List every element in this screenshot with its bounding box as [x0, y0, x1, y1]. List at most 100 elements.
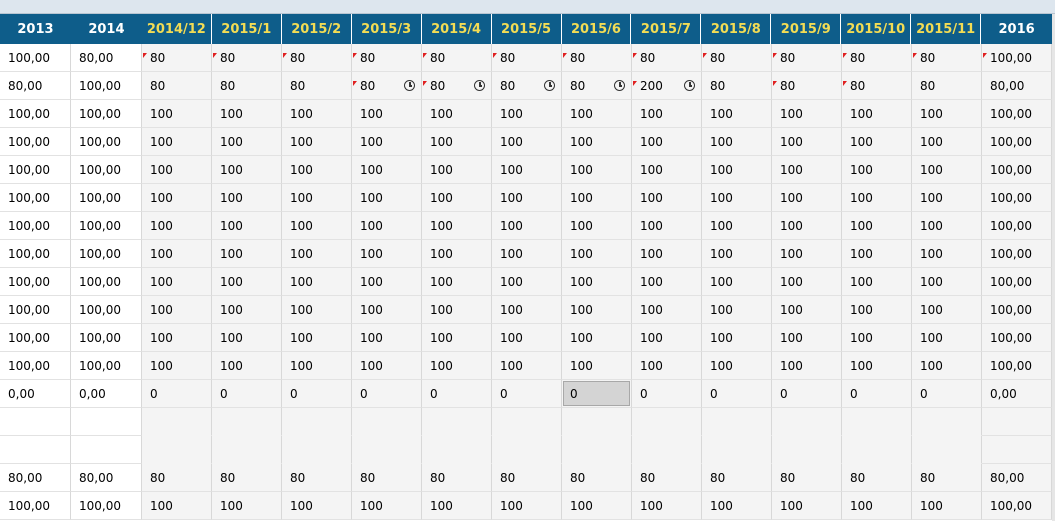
table-cell[interactable]: 100: [772, 240, 842, 268]
table-cell[interactable]: 100: [212, 156, 282, 184]
table-cell[interactable]: 100: [352, 128, 422, 156]
table-cell[interactable]: 100: [422, 324, 492, 352]
table-cell[interactable]: 100: [562, 324, 632, 352]
table-cell[interactable]: 0: [352, 380, 422, 408]
table-cell[interactable]: 100,00: [982, 100, 1052, 128]
table-cell[interactable]: 100: [842, 324, 912, 352]
table-cell[interactable]: 80: [772, 44, 842, 72]
table-cell[interactable]: [912, 408, 982, 436]
table-cell[interactable]: 100: [142, 156, 212, 184]
table-cell[interactable]: [562, 436, 632, 464]
table-cell[interactable]: 100: [352, 268, 422, 296]
table-cell[interactable]: [212, 408, 282, 436]
table-cell[interactable]: [982, 408, 1052, 436]
table-cell[interactable]: 100,00: [0, 212, 71, 240]
table-cell[interactable]: 100: [492, 268, 562, 296]
table-cell[interactable]: 100,00: [71, 296, 142, 324]
selected-cell[interactable]: 0: [562, 380, 632, 408]
table-cell[interactable]: 100,00: [71, 72, 142, 100]
table-cell[interactable]: 100: [632, 492, 702, 520]
table-cell[interactable]: [492, 408, 562, 436]
table-cell[interactable]: [842, 436, 912, 464]
table-cell[interactable]: 80: [352, 464, 422, 492]
table-cell[interactable]: 0: [212, 380, 282, 408]
table-cell[interactable]: 80: [352, 72, 422, 100]
table-cell[interactable]: 80: [422, 464, 492, 492]
table-cell[interactable]: 100: [352, 492, 422, 520]
table-cell[interactable]: 100: [142, 212, 212, 240]
column-header-2015-8[interactable]: 2015/8: [701, 14, 771, 44]
table-cell[interactable]: 100: [912, 324, 982, 352]
table-cell[interactable]: 100: [562, 492, 632, 520]
table-cell[interactable]: [282, 408, 352, 436]
table-cell[interactable]: 100: [702, 156, 772, 184]
table-cell[interactable]: 100: [702, 100, 772, 128]
table-cell[interactable]: [0, 436, 71, 464]
table-cell[interactable]: 100: [212, 352, 282, 380]
column-header-2015-4[interactable]: 2015/4: [421, 14, 491, 44]
table-cell[interactable]: 100: [282, 212, 352, 240]
table-cell[interactable]: 100: [772, 100, 842, 128]
table-cell[interactable]: 100: [422, 156, 492, 184]
table-cell[interactable]: 0: [422, 380, 492, 408]
table-cell[interactable]: 100: [632, 156, 702, 184]
table-cell[interactable]: 100: [772, 212, 842, 240]
table-cell[interactable]: 100: [632, 184, 702, 212]
table-cell[interactable]: 100: [632, 268, 702, 296]
table-cell[interactable]: [702, 436, 772, 464]
table-cell[interactable]: 80: [282, 72, 352, 100]
table-cell[interactable]: 80: [142, 72, 212, 100]
table-cell[interactable]: 100,00: [982, 268, 1052, 296]
column-header-2015-1[interactable]: 2015/1: [211, 14, 281, 44]
table-cell[interactable]: 80: [492, 72, 562, 100]
table-cell[interactable]: 100,00: [0, 156, 71, 184]
table-cell[interactable]: 100,00: [982, 352, 1052, 380]
table-cell[interactable]: 100: [492, 324, 562, 352]
table-cell[interactable]: 100: [142, 100, 212, 128]
table-cell[interactable]: 100,00: [0, 492, 71, 520]
table-cell[interactable]: 100: [352, 296, 422, 324]
table-cell[interactable]: 100: [492, 128, 562, 156]
table-cell[interactable]: 100: [912, 184, 982, 212]
table-cell[interactable]: 100: [702, 184, 772, 212]
table-cell[interactable]: 100: [492, 100, 562, 128]
table-cell[interactable]: 100: [562, 212, 632, 240]
table-cell[interactable]: 100: [702, 240, 772, 268]
table-cell[interactable]: 100: [912, 156, 982, 184]
table-cell[interactable]: 100: [212, 184, 282, 212]
table-cell[interactable]: 80: [142, 464, 212, 492]
table-cell[interactable]: 100,00: [71, 184, 142, 212]
table-cell[interactable]: 100: [562, 268, 632, 296]
table-cell[interactable]: 100: [142, 240, 212, 268]
table-cell[interactable]: 80: [912, 464, 982, 492]
table-cell[interactable]: 100: [282, 324, 352, 352]
table-cell[interactable]: 80: [282, 44, 352, 72]
table-cell[interactable]: 0: [772, 380, 842, 408]
table-cell[interactable]: 0: [632, 380, 702, 408]
table-cell[interactable]: 100: [912, 100, 982, 128]
table-cell[interactable]: 80,00: [71, 464, 142, 492]
column-header-2015-6[interactable]: 2015/6: [561, 14, 631, 44]
table-cell[interactable]: 100: [142, 128, 212, 156]
table-cell[interactable]: 80: [632, 44, 702, 72]
table-cell[interactable]: 100,00: [71, 100, 142, 128]
table-cell[interactable]: [352, 408, 422, 436]
table-cell[interactable]: 100: [352, 352, 422, 380]
table-cell[interactable]: 100,00: [982, 492, 1052, 520]
table-cell[interactable]: 80: [562, 44, 632, 72]
table-cell[interactable]: 100: [282, 184, 352, 212]
table-cell[interactable]: [422, 408, 492, 436]
table-cell[interactable]: 80: [702, 44, 772, 72]
table-cell[interactable]: 100: [142, 492, 212, 520]
table-cell[interactable]: 100: [352, 184, 422, 212]
table-cell[interactable]: 100: [562, 296, 632, 324]
table-cell[interactable]: 0,00: [0, 380, 71, 408]
column-header-2015-3[interactable]: 2015/3: [351, 14, 421, 44]
table-cell[interactable]: 100: [282, 100, 352, 128]
table-cell[interactable]: 100: [282, 296, 352, 324]
table-cell[interactable]: 100: [142, 352, 212, 380]
table-cell[interactable]: 80,00: [0, 72, 71, 100]
table-cell[interactable]: 100,00: [0, 268, 71, 296]
table-cell[interactable]: 100: [142, 324, 212, 352]
table-cell[interactable]: 100: [632, 212, 702, 240]
